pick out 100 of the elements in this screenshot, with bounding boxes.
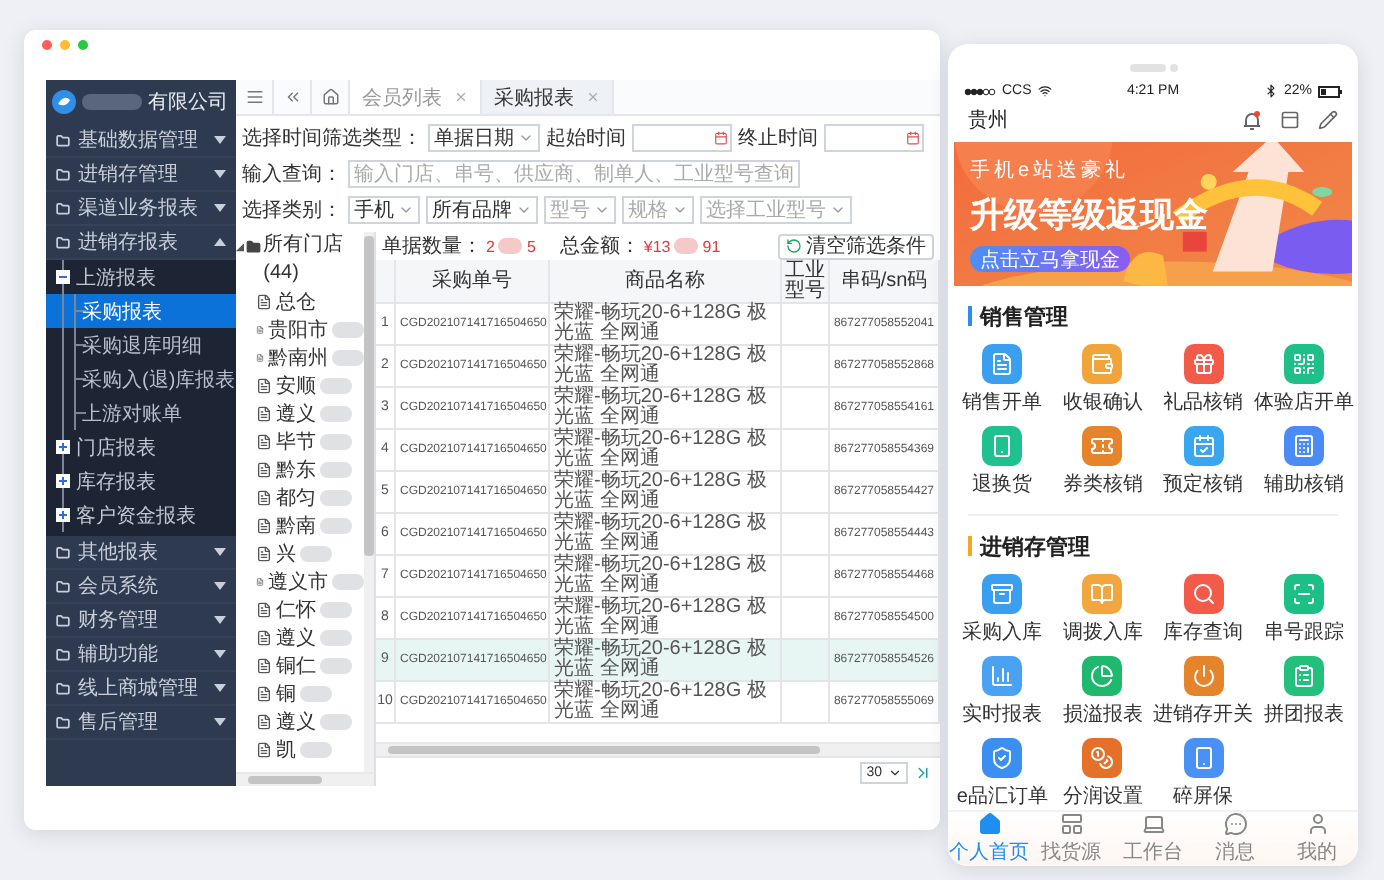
store-item[interactable]: 遵义 <box>236 708 364 736</box>
store-item[interactable]: 仁怀 <box>236 596 364 624</box>
edit-icon[interactable] <box>1318 110 1338 131</box>
expand-icon[interactable] <box>56 440 70 454</box>
app-shortcut[interactable]: 损溢报表 <box>1052 655 1153 728</box>
user-icon <box>1305 811 1329 836</box>
chevron-down-icon <box>594 202 610 218</box>
app-shortcut[interactable]: 库存查询 <box>1153 573 1254 646</box>
document-icon <box>256 602 272 618</box>
app-shortcut[interactable]: 预定核销 <box>1153 425 1254 498</box>
store-item[interactable]: 遵义 <box>236 624 364 652</box>
expand-icon[interactable] <box>56 474 70 488</box>
app-shortcut[interactable]: 辅助核销 <box>1253 425 1354 498</box>
app-shortcut[interactable]: 退换货 <box>952 425 1053 498</box>
store-item[interactable]: 安顺 <box>236 372 364 400</box>
double-chevron-icon[interactable] <box>283 88 301 106</box>
maximize-button[interactable] <box>78 40 88 50</box>
blur-patch <box>332 350 364 366</box>
bell-icon[interactable] <box>1242 109 1262 132</box>
collapse-icon[interactable] <box>56 270 70 284</box>
app-shortcut[interactable]: 进销存开关 <box>1153 655 1254 728</box>
document-icon <box>256 686 272 702</box>
tree-node[interactable]: 所有门店 (44) <box>236 232 364 288</box>
banner-subtitle: 手机e站送豪礼 <box>970 157 1132 185</box>
store-item[interactable]: 贵阳市 <box>236 316 364 344</box>
blur-patch <box>320 658 352 674</box>
reset-icon <box>786 238 802 254</box>
scrollbar[interactable] <box>236 772 374 786</box>
expand-icon[interactable] <box>56 508 70 522</box>
scrollbar[interactable] <box>376 742 940 756</box>
dropdown[interactable]: 所有品牌 <box>426 196 538 224</box>
tab[interactable]: 采购报表 <box>482 80 614 114</box>
order-count: 2 <box>486 237 495 255</box>
close-icon[interactable] <box>454 90 468 104</box>
table-cell: 荣耀-畅玩20-6+128G 极光蓝 全网通 <box>550 640 782 682</box>
app-shortcut[interactable]: 体验店开单 <box>1253 343 1354 416</box>
calendar-icon <box>906 130 920 146</box>
app-shortcut[interactable]: 实时报表 <box>952 655 1053 728</box>
app-shortcut[interactable]: 收银确认 <box>1052 343 1153 416</box>
document-icon <box>256 630 272 646</box>
close-icon[interactable] <box>586 90 600 104</box>
minimize-button[interactable] <box>60 40 70 50</box>
summary-label: 总金额： <box>559 233 640 260</box>
nav-item[interactable]: 采购报表 <box>46 294 236 328</box>
store-item[interactable]: 黔东 <box>236 456 364 484</box>
menu-icon[interactable] <box>245 88 263 106</box>
filter-label: 选择类别： <box>242 197 342 224</box>
store-item[interactable]: 凯 <box>236 736 364 764</box>
app-shortcut[interactable]: 销售开单 <box>952 343 1053 416</box>
store-item[interactable]: 黔南州 <box>236 344 364 372</box>
signal-icon <box>964 87 996 96</box>
bluetooth-icon <box>1264 84 1278 99</box>
banner-button[interactable]: 点击立马拿现金 <box>970 246 1130 273</box>
nav-tab[interactable]: 找货源 <box>1030 811 1112 866</box>
store-item[interactable]: 遵义 <box>236 400 364 428</box>
app-shortcut[interactable]: 碎屏保 <box>1153 737 1254 810</box>
layout-icon <box>1059 811 1083 836</box>
table-cell: 荣耀-畅玩20-6+128G 极光蓝 全网通 <box>550 346 782 388</box>
store-item[interactable]: 遵义市 <box>236 568 364 596</box>
nav-tab[interactable]: 消息 <box>1194 811 1276 866</box>
dropdown[interactable]: 手机 <box>348 196 420 224</box>
clear-filters-button[interactable]: 清空筛选条件 <box>778 233 934 259</box>
search-field[interactable]: 输入门店、串号、供应商、制单人、工业型号查询 <box>348 160 800 188</box>
close-button[interactable] <box>42 40 52 50</box>
store-item[interactable]: 总仓 <box>236 288 364 316</box>
app-shortcut[interactable]: 券类核销 <box>1052 425 1153 498</box>
app-shortcut[interactable]: 调拨入库 <box>1052 573 1153 646</box>
folder-icon <box>56 681 70 695</box>
store-item[interactable]: 兴 <box>236 540 364 568</box>
column-header: 串码/sn码 <box>830 260 940 304</box>
app-shortcut[interactable]: 拼团报表 <box>1253 655 1354 728</box>
chevron-down-icon <box>830 202 846 218</box>
app-shortcut[interactable]: 采购入库 <box>952 573 1053 646</box>
folder-icon <box>56 579 70 593</box>
app-shortcut[interactable]: 礼品核销 <box>1153 343 1254 416</box>
store-item[interactable]: 铜仁 <box>236 652 364 680</box>
store-item[interactable]: 毕节 <box>236 428 364 456</box>
blur-patch <box>300 686 332 702</box>
store-item[interactable]: 铜 <box>236 680 364 708</box>
app-shortcut[interactable]: e品汇订单 <box>952 737 1053 810</box>
layout-icon[interactable] <box>1280 110 1300 131</box>
app-shortcut[interactable]: 分润设置 <box>1052 737 1153 810</box>
store-item[interactable]: 黔南 <box>236 512 364 540</box>
section-title: 销售管理 <box>980 303 1068 332</box>
dropdown[interactable]: 单据日期 <box>428 124 540 152</box>
filter-label: 起始时间 <box>546 125 626 152</box>
store-item[interactable]: 都匀 <box>236 484 364 512</box>
date-field[interactable] <box>632 124 732 152</box>
home-icon[interactable] <box>321 88 339 106</box>
folder-icon <box>56 133 70 147</box>
company-name: 有限公司 <box>148 90 228 116</box>
app-shortcut[interactable]: 串号跟踪 <box>1253 573 1354 646</box>
last-page-icon[interactable] <box>914 763 932 781</box>
folder-icon <box>56 167 70 181</box>
chevron-down-icon <box>888 765 902 779</box>
document-icon <box>256 714 272 730</box>
blur-patch <box>320 406 352 422</box>
date-field[interactable] <box>824 124 924 152</box>
scrollbar[interactable] <box>364 232 374 772</box>
blur-patch <box>320 602 352 618</box>
